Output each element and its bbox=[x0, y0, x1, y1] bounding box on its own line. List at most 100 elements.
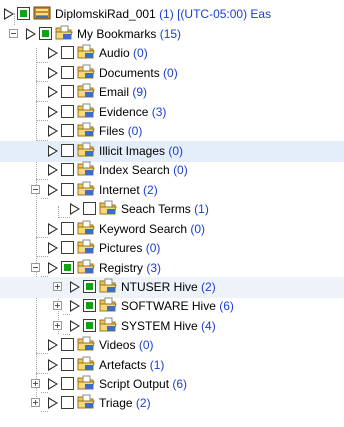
tree-row-index-search[interactable]: Index Search (0) bbox=[0, 160, 344, 181]
tree-label: Keyword Search (0) bbox=[99, 222, 206, 236]
tree-row-artefacts[interactable]: Artefacts (1) bbox=[0, 355, 344, 376]
tree-row-seach-terms[interactable]: Seach Terms (1) bbox=[0, 199, 344, 220]
tree-row-pictures[interactable]: Pictures (0) bbox=[0, 238, 344, 259]
expand-arrow-icon[interactable] bbox=[26, 28, 36, 40]
bookmark-folder-icon bbox=[77, 103, 95, 118]
checkbox[interactable] bbox=[39, 27, 52, 40]
tree-label: My Bookmarks (15) bbox=[77, 27, 182, 41]
bookmark-folder-icon bbox=[99, 317, 117, 332]
expand-arrow-icon[interactable] bbox=[48, 125, 58, 137]
tree-label: Internet (2) bbox=[99, 183, 158, 197]
tree-label: Registry (3) bbox=[99, 261, 162, 275]
bookmark-folder-icon bbox=[77, 394, 95, 409]
tree-row-ntuser-hive[interactable]: NTUSER Hive (2) bbox=[0, 277, 344, 298]
expand-arrow-icon[interactable] bbox=[48, 86, 58, 98]
checkbox[interactable] bbox=[83, 202, 96, 215]
expand-arrow-icon[interactable] bbox=[70, 320, 80, 332]
expand-arrow-icon[interactable] bbox=[48, 359, 58, 371]
tree-row-illicit-images[interactable]: Illicit Images (0) bbox=[0, 141, 344, 162]
tree-label: Documents (0) bbox=[99, 66, 178, 80]
checkbox[interactable] bbox=[61, 396, 74, 409]
expand-toggle-icon[interactable] bbox=[31, 379, 40, 388]
expand-arrow-icon[interactable] bbox=[48, 164, 58, 176]
tree-row-root[interactable]: DiplomskiRad_001 (1) [(UTC-05:00) Eas bbox=[0, 4, 344, 25]
collapse-toggle-icon[interactable] bbox=[31, 185, 40, 194]
bookmark-folder-icon bbox=[99, 297, 117, 312]
checkbox[interactable] bbox=[61, 105, 74, 118]
tree-row-internet[interactable]: Internet (2) bbox=[0, 180, 344, 201]
tree-row-files[interactable]: Files (0) bbox=[0, 121, 344, 142]
tree-row-software-hive[interactable]: SOFTWARE Hive (6) bbox=[0, 296, 344, 317]
collapse-toggle-icon[interactable] bbox=[9, 29, 18, 38]
checkbox[interactable] bbox=[61, 377, 74, 390]
collapse-toggle-icon[interactable] bbox=[31, 263, 40, 272]
bookmark-folder-icon bbox=[77, 44, 95, 59]
bookmark-folder-icon bbox=[99, 278, 117, 293]
bookmark-tree: DiplomskiRad_001 (1) [(UTC-05:00) Eas My… bbox=[0, 0, 344, 427]
expand-arrow-icon[interactable] bbox=[48, 262, 58, 274]
checkbox[interactable] bbox=[17, 7, 30, 20]
tree-row-keyword-search[interactable]: Keyword Search (0) bbox=[0, 219, 344, 240]
expand-arrow-icon[interactable] bbox=[48, 339, 58, 351]
tree-label: Pictures (0) bbox=[99, 241, 161, 255]
expand-arrow-icon[interactable] bbox=[48, 47, 58, 59]
expand-arrow-icon[interactable] bbox=[48, 67, 58, 79]
tree-label: Script Output (6) bbox=[99, 377, 188, 391]
checkbox[interactable] bbox=[61, 66, 74, 79]
expand-arrow-icon[interactable] bbox=[48, 242, 58, 254]
expand-toggle-icon[interactable] bbox=[53, 282, 62, 291]
checkbox[interactable] bbox=[83, 299, 96, 312]
expand-arrow-icon[interactable] bbox=[70, 203, 80, 215]
tree-label: Index Search (0) bbox=[99, 163, 188, 177]
checkbox[interactable] bbox=[83, 280, 96, 293]
bookmark-folder-icon bbox=[77, 161, 95, 176]
tree-label: Email (9) bbox=[99, 85, 148, 99]
checkbox[interactable] bbox=[61, 85, 74, 98]
checkbox[interactable] bbox=[61, 358, 74, 371]
bookmark-folder-icon bbox=[77, 64, 95, 79]
expand-toggle-icon[interactable] bbox=[31, 398, 40, 407]
expand-arrow-icon[interactable] bbox=[70, 300, 80, 312]
expand-arrow-icon[interactable] bbox=[4, 8, 14, 20]
bookmark-folder-icon bbox=[55, 25, 73, 40]
bookmark-folder-icon bbox=[77, 336, 95, 351]
expand-toggle-icon[interactable] bbox=[53, 301, 62, 310]
bookmark-folder-icon bbox=[99, 200, 117, 215]
tree-row-script-output[interactable]: Script Output (6) bbox=[0, 374, 344, 395]
tree-row-registry[interactable]: Registry (3) bbox=[0, 258, 344, 279]
expand-arrow-icon[interactable] bbox=[48, 184, 58, 196]
bookmark-folder-icon bbox=[77, 83, 95, 98]
case-icon bbox=[33, 6, 51, 20]
expand-arrow-icon[interactable] bbox=[48, 223, 58, 235]
tree-row-videos[interactable]: Videos (0) bbox=[0, 335, 344, 356]
expand-arrow-icon[interactable] bbox=[70, 281, 80, 293]
checkbox[interactable] bbox=[61, 338, 74, 351]
checkbox[interactable] bbox=[61, 183, 74, 196]
tree-label: Seach Terms (1) bbox=[121, 202, 209, 216]
expand-arrow-icon[interactable] bbox=[48, 145, 58, 157]
tree-row-triage[interactable]: Triage (2) bbox=[0, 393, 344, 414]
checkbox[interactable] bbox=[61, 163, 74, 176]
expand-arrow-icon[interactable] bbox=[48, 378, 58, 390]
checkbox[interactable] bbox=[61, 46, 74, 59]
tree-label: NTUSER Hive (2) bbox=[121, 280, 216, 294]
bookmark-folder-icon bbox=[77, 122, 95, 137]
checkbox[interactable] bbox=[61, 261, 74, 274]
checkbox[interactable] bbox=[61, 222, 74, 235]
expand-arrow-icon[interactable] bbox=[48, 397, 58, 409]
tree-row-evidence[interactable]: Evidence (3) bbox=[0, 102, 344, 123]
checkbox[interactable] bbox=[61, 241, 74, 254]
tree-row-email[interactable]: Email (9) bbox=[0, 82, 344, 103]
expand-toggle-icon[interactable] bbox=[53, 321, 62, 330]
expand-arrow-icon[interactable] bbox=[48, 106, 58, 118]
tree-row-my-bookmarks[interactable]: My Bookmarks (15) bbox=[0, 24, 344, 45]
bookmark-folder-icon bbox=[77, 375, 95, 390]
tree-row-documents[interactable]: Documents (0) bbox=[0, 63, 344, 84]
checkbox[interactable] bbox=[83, 319, 96, 332]
checkbox[interactable] bbox=[61, 124, 74, 137]
tree-label: Audio (0) bbox=[99, 46, 148, 60]
tree-row-audio[interactable]: Audio (0) bbox=[0, 43, 344, 64]
bookmark-folder-icon bbox=[77, 142, 95, 157]
checkbox[interactable] bbox=[61, 144, 74, 157]
tree-row-system-hive[interactable]: SYSTEM Hive (4) bbox=[0, 316, 344, 337]
